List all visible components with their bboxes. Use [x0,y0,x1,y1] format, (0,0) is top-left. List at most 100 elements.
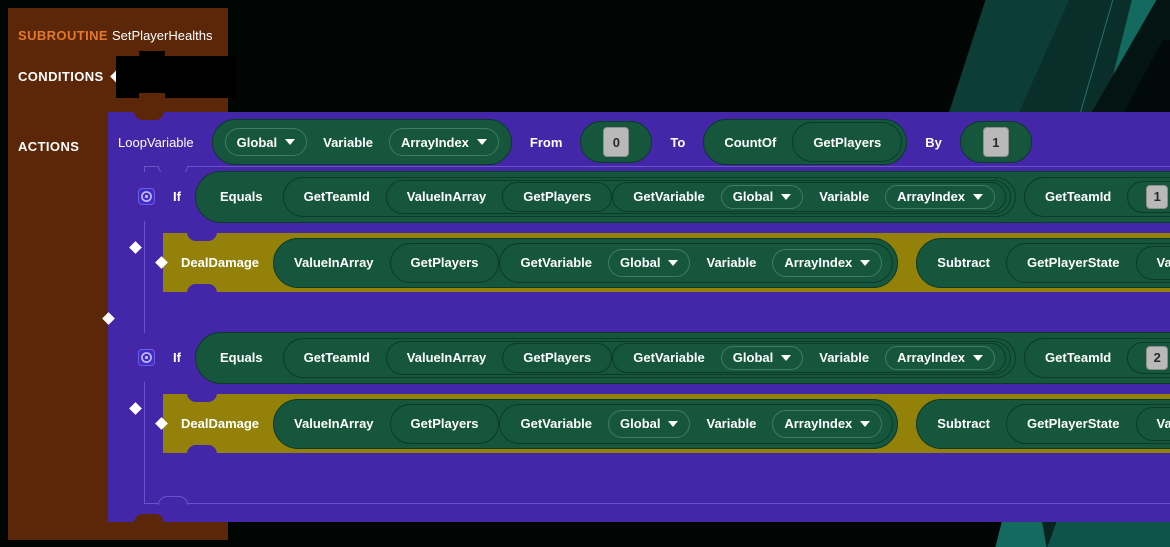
cond1-scope-dropdown[interactable]: Global [721,185,803,209]
loop-header-row[interactable]: LoopVariable Global Variable ArrayIndex … [118,118,1032,166]
dd2-value-in-array-2-pill[interactable]: ValueInArray GetP [1136,407,1170,441]
loop-by-keyword: By [907,135,960,150]
loop-block-notch-bottom [134,514,164,523]
loop-to-countof-pill[interactable]: CountOf GetPlayers [703,119,907,165]
dd1-variable-keyword: Variable [690,255,772,270]
dd2-get-players: GetPlayers [395,416,495,431]
chevron-down-icon [668,421,678,427]
cond1-scope-value: Global [733,189,773,204]
action-notch-top-1 [187,232,217,241]
get-team-id-right-pill-2[interactable]: GetTeamId 2 [1024,338,1170,378]
dd1-subtract: Subtract [921,255,1006,270]
action-notch-bottom-2 [187,445,217,454]
cond2-variable-dropdown[interactable]: ArrayIndex [885,346,995,370]
get-players-pill-2[interactable]: GetPlayers [502,343,612,373]
if-condition-row-1[interactable]: If Equals GetTeamId ValueInArray GetPlay… [138,172,1170,221]
get-team-id-pill-2[interactable]: GetTeamId ValueInArray GetPlayers GetVar… [283,338,1016,378]
loop-scope-value: Global [237,135,277,150]
equals-pill-1[interactable]: Equals GetTeamId ValueInArray GetPlayers… [195,171,1170,223]
dd2-get-players-pill[interactable]: GetPlayers [390,404,500,444]
dd1-value-in-array-2: ValueInArray [1141,255,1170,270]
dd2-variable-dropdown[interactable]: ArrayIndex [772,410,882,438]
deal-damage-label-2: DealDamage [163,416,273,431]
loop-scope-dropdown[interactable]: Global [225,128,307,156]
conditions-slot-tab [116,56,136,98]
loop-from-pill[interactable]: 0 [580,121,652,163]
deal-damage-amount-pill-2[interactable]: Subtract GetPlayerState ValueInArray Get… [916,399,1170,449]
loop-body-notch-bottom [158,496,188,505]
chevron-down-icon [973,355,983,361]
dd1-get-player-state: GetPlayerState [1011,255,1136,270]
loop-to-keyword: To [652,135,703,150]
cond2-variable-keyword: Variable [803,350,885,365]
get-variable-label-2: GetVariable [617,350,721,365]
team-value-wrap-1[interactable]: 1 [1127,181,1170,213]
gear-icon[interactable] [138,188,155,205]
chevron-down-icon [860,260,870,266]
dd1-get-variable-pill[interactable]: GetVariable Global Variable ArrayIndex [499,243,893,283]
dd1-get-variable: GetVariable [504,255,608,270]
value-in-array-label-1: ValueInArray [391,189,503,204]
deal-damage-target-pill-1[interactable]: ValueInArray GetPlayers GetVariable Glob… [273,238,898,288]
conditions-slot-notch-bottom [139,93,165,104]
conditions-label: CONDITIONS [18,69,104,84]
get-players-label-1: GetPlayers [507,189,607,204]
get-players-label-2: GetPlayers [507,350,607,365]
if-keyword-2: If [155,350,195,365]
get-team-id-right-pill-1[interactable]: GetTeamId 1 [1024,177,1170,217]
equals-pill-2[interactable]: Equals GetTeamId ValueInArray GetPlayers… [195,332,1170,384]
dd2-get-variable-pill[interactable]: GetVariable Global Variable ArrayIndex [499,404,893,444]
get-variable-pill-2[interactable]: GetVariable Global Variable ArrayIndex [612,343,1006,373]
chevron-down-icon [668,260,678,266]
cond2-scope-dropdown[interactable]: Global [721,346,803,370]
get-team-id-label-1: GetTeamId [288,189,386,204]
dd1-variable-dropdown[interactable]: ArrayIndex [772,249,882,277]
chevron-down-icon [973,194,983,200]
dd1-value-in-array-2-pill[interactable]: ValueInArray GetP [1136,246,1170,280]
loop-by-pill[interactable]: 1 [960,121,1032,163]
cond2-variable-name: ArrayIndex [897,350,965,365]
loop-variable-pill[interactable]: Global Variable ArrayIndex [212,119,512,165]
cond1-variable-dropdown[interactable]: ArrayIndex [885,185,995,209]
value-in-array-pill-1[interactable]: ValueInArray GetPlayers GetVariable Glob… [386,180,1011,214]
team-value-wrap-2[interactable]: 2 [1127,342,1170,374]
chevron-down-icon [781,355,791,361]
gear-icon[interactable] [138,349,155,366]
deal-damage-amount-pill-1[interactable]: Subtract GetPlayerState ValueInArray Get… [916,238,1170,288]
loop-getplayers-label: GetPlayers [797,135,897,150]
value-in-array-label-2: ValueInArray [391,350,503,365]
dd1-get-player-state-pill[interactable]: GetPlayerState ValueInArray GetP [1006,243,1170,283]
dd2-get-player-state: GetPlayerState [1011,416,1136,431]
loop-variable-dropdown[interactable]: ArrayIndex [389,128,499,156]
get-players-pill-1[interactable]: GetPlayers [502,182,612,212]
value-in-array-pill-2[interactable]: ValueInArray GetPlayers GetVariable Glob… [386,341,1011,375]
dd1-scope-dropdown[interactable]: Global [608,249,690,277]
subroutine-name[interactable]: SetPlayerHealths [112,28,212,43]
get-team-id-right-label-2: GetTeamId [1029,350,1127,365]
if-condition-row-2[interactable]: If Equals GetTeamId ValueInArray GetPlay… [138,333,1170,382]
get-variable-pill-1[interactable]: GetVariable Global Variable ArrayIndex [612,182,1006,212]
dd2-scope-dropdown[interactable]: Global [608,410,690,438]
dd2-value-in-array-2: ValueInArray [1141,416,1170,431]
chevron-down-icon [285,139,295,145]
chevron-down-icon [781,194,791,200]
dd2-get-variable: GetVariable [504,416,608,431]
get-variable-label-1: GetVariable [617,189,721,204]
action-row-1[interactable]: DealDamage ValueInArray GetPlayers GetVa… [163,233,1170,292]
loop-by-input[interactable]: 1 [983,127,1009,157]
dd1-get-players-pill[interactable]: GetPlayers [390,243,500,283]
action-row-2[interactable]: DealDamage ValueInArray GetPlayers GetVa… [163,394,1170,453]
cond2-scope-value: Global [733,350,773,365]
loop-from-input[interactable]: 0 [603,127,629,157]
dd2-get-player-state-pill[interactable]: GetPlayerState ValueInArray GetP [1006,404,1170,444]
dd1-variable-name: ArrayIndex [784,255,852,270]
conditions-empty-slot[interactable] [135,56,236,98]
get-team-id-pill-1[interactable]: GetTeamId ValueInArray GetPlayers GetVar… [283,177,1016,217]
team-id-input-2[interactable]: 2 [1146,346,1168,370]
deal-damage-target-pill-2[interactable]: ValueInArray GetPlayers GetVariable Glob… [273,399,898,449]
node-graph-canvas[interactable]: SUBROUTINE SetPlayerHealths CONDITIONS A… [0,0,1170,547]
team-id-input-1[interactable]: 1 [1146,185,1168,209]
get-team-id-label-2: GetTeamId [288,350,386,365]
loop-getplayers-pill[interactable]: GetPlayers [792,122,902,162]
dd1-get-players: GetPlayers [395,255,495,270]
